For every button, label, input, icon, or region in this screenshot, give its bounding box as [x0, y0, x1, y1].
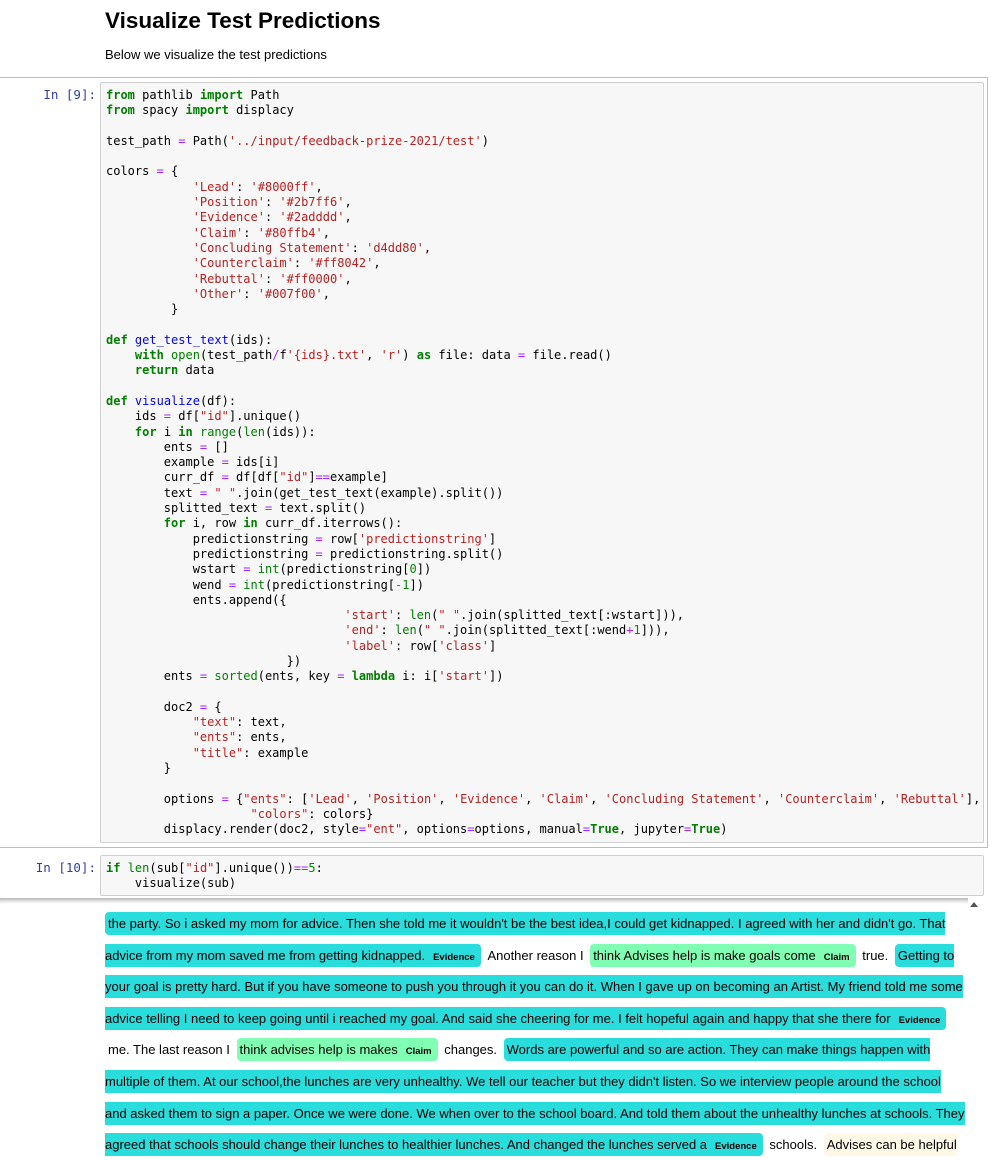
plain-text: changes. [444, 1042, 498, 1058]
entity-label-claim: Claim [823, 951, 850, 963]
plain-text: Another reason I [487, 947, 584, 963]
cell-prompt-9: In [9]: [43, 87, 96, 102]
entity-span-claim: think Advises help is make goals come Cla… [590, 943, 856, 967]
code-text-cell-10: if len(sub["id"].unique())==5: visualize… [106, 861, 323, 891]
entity-label-claim: Claim [405, 1046, 432, 1058]
section-heading: Visualize Test Predictions [105, 8, 381, 33]
code-text-cell-9: from pathlib import Path from spacy impo… [106, 88, 981, 837]
scroll-up-arrow-icon[interactable] [970, 902, 978, 907]
code-editor-cell-9[interactable]: from pathlib import Path from spacy impo… [100, 82, 984, 843]
output-area[interactable]: the party. So i asked my mom for advice.… [0, 898, 992, 1160]
entity-span-claim: think advises help is makes Claim [236, 1038, 438, 1062]
output-scroll-shadow [0, 898, 968, 904]
plain-text: me. The last reason I [108, 1042, 230, 1058]
entity-label-evidence: Evidence [715, 1141, 757, 1153]
cell-prompt-10: In [10]: [35, 860, 96, 875]
entity-label-evidence: Evidence [433, 951, 475, 963]
entity-text: think Advises help is make goals come [593, 947, 816, 963]
section-description: Below we visualize the test predictions [105, 47, 327, 62]
output-scrollbar[interactable] [968, 898, 980, 1160]
entity-text: think advises help is makes [239, 1042, 398, 1058]
displacy-entity-render: the party. So i asked my mom for advice.… [105, 908, 965, 1160]
code-editor-cell-10[interactable]: if len(sub["id"].unique())==5: visualize… [100, 855, 984, 896]
plain-text: schools. [769, 1137, 818, 1153]
plain-text: true. [862, 947, 889, 963]
entity-label-evidence: Evidence [898, 1014, 941, 1026]
